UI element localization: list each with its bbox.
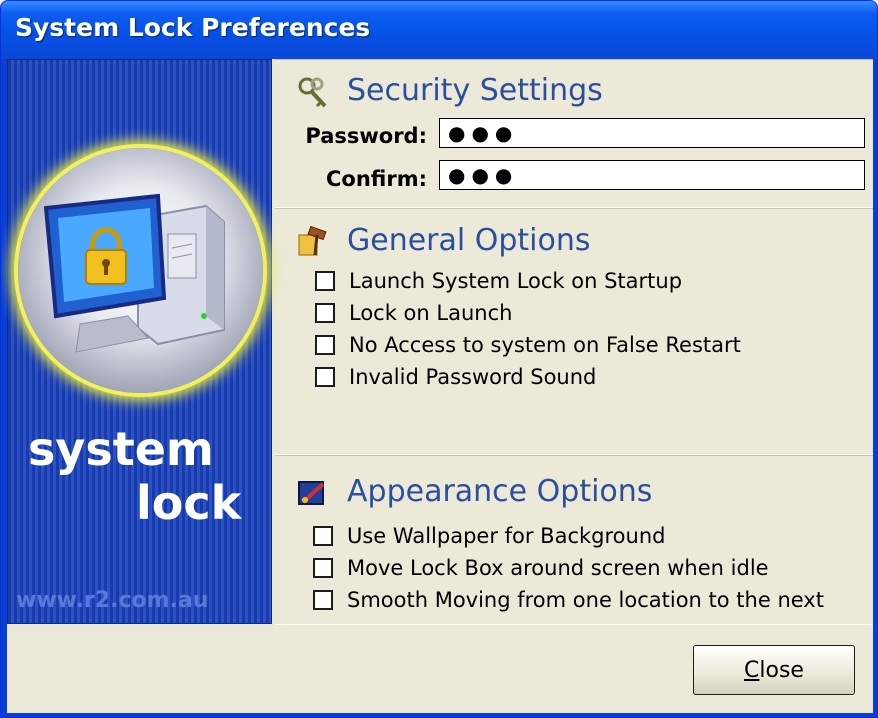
checkbox[interactable] xyxy=(313,526,333,546)
brand-url-text: www.r2.com.au xyxy=(16,588,209,613)
option-label: Use Wallpaper for Background xyxy=(347,524,666,548)
paint-icon xyxy=(295,476,329,510)
appearance-options-title: Appearance Options xyxy=(347,474,653,509)
confirm-field[interactable]: ●●● xyxy=(439,160,865,190)
appearance-options-section: Appearance Options Use Wallpaper for Bac… xyxy=(275,455,873,625)
window-title: System Lock Preferences xyxy=(15,13,371,42)
option-use-wallpaper[interactable]: Use Wallpaper for Background xyxy=(313,524,665,548)
brand-panel: system lock www.r2.com.au xyxy=(7,59,272,624)
option-no-access-false-restart[interactable]: No Access to system on False Restart xyxy=(315,333,741,357)
checkbox[interactable] xyxy=(313,558,333,578)
password-field[interactable]: ●●● xyxy=(439,118,865,148)
client-area: system lock www.r2.com.au Security Setti… xyxy=(7,59,873,713)
general-options-title: General Options xyxy=(347,223,591,258)
close-button[interactable]: Close xyxy=(693,645,855,695)
title-bar[interactable]: System Lock Preferences xyxy=(1,1,877,59)
security-settings-section: Security Settings Password: ●●● Confirm:… xyxy=(275,59,873,208)
option-invalid-password-sound[interactable]: Invalid Password Sound xyxy=(315,365,596,389)
option-lock-on-launch[interactable]: Lock on Launch xyxy=(315,301,512,325)
brand-system-text: system xyxy=(28,422,214,476)
checkbox[interactable] xyxy=(315,335,335,355)
option-label: Smooth Moving from one location to the n… xyxy=(347,588,824,612)
option-label: No Access to system on False Restart xyxy=(349,333,741,357)
checkbox[interactable] xyxy=(315,367,335,387)
password-label: Password: xyxy=(305,124,427,148)
tools-icon xyxy=(295,225,329,259)
option-label: Invalid Password Sound xyxy=(349,365,597,389)
option-label: Move Lock Box around screen when idle xyxy=(347,556,769,580)
brand-lock-text: lock xyxy=(136,476,242,530)
keys-icon xyxy=(295,76,329,110)
checkbox[interactable] xyxy=(315,303,335,323)
close-label: lose xyxy=(759,657,804,683)
option-launch-on-startup[interactable]: Launch System Lock on Startup xyxy=(315,269,682,293)
checkbox[interactable] xyxy=(315,271,335,291)
preferences-window: System Lock Preferences system lock www.… xyxy=(0,0,878,718)
computer-lock-icon xyxy=(18,148,263,393)
option-move-lock-box[interactable]: Move Lock Box around screen when idle xyxy=(313,556,769,580)
close-accelerator: C xyxy=(744,657,760,683)
confirm-label: Confirm: xyxy=(326,167,427,191)
option-label: Lock on Launch xyxy=(349,301,513,325)
security-settings-title: Security Settings xyxy=(347,73,603,108)
option-smooth-moving[interactable]: Smooth Moving from one location to the n… xyxy=(313,588,824,612)
general-options-section: General Options Launch System Lock on St… xyxy=(275,208,873,455)
checkbox[interactable] xyxy=(313,590,333,610)
option-label: Launch System Lock on Startup xyxy=(349,269,683,293)
